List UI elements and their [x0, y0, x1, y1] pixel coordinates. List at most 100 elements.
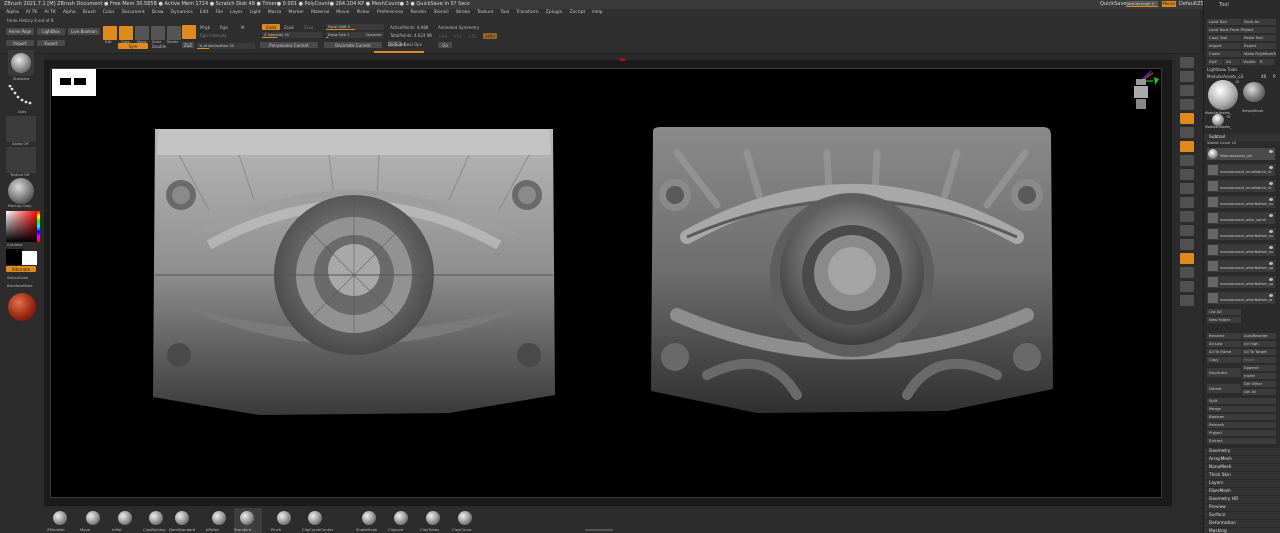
- subtool-item[interactable]: modularAsset_pillarBottom_su: [1207, 244, 1275, 256]
- visibility-eye-icon[interactable]: [1269, 294, 1273, 297]
- mrgb-toggle[interactable]: Mrgb: [200, 25, 210, 30]
- focal-shift-slider[interactable]: Focal Shift 0: [326, 24, 384, 30]
- all-to-target-button[interactable]: All To Target: [1242, 349, 1276, 355]
- menu-stroke[interactable]: Stroke: [456, 9, 470, 16]
- menu-material[interactable]: Material: [311, 9, 329, 16]
- alternate-button[interactable]: Alternate: [6, 266, 36, 272]
- subtool-item[interactable]: modularAsset_ornaMature_Gl: [1207, 164, 1275, 176]
- all-low-button[interactable]: All Low: [1207, 341, 1241, 347]
- live-boolean-button[interactable]: Live Boolean: [68, 28, 100, 35]
- export-button[interactable]: Export: [37, 40, 65, 46]
- visibility-eye-icon[interactable]: [1269, 198, 1273, 201]
- section-geometry[interactable]: Geometry: [1204, 448, 1280, 455]
- subtool-item[interactable]: modularAsset_pillarBottom_sp: [1207, 260, 1275, 272]
- subtool-header[interactable]: Subtool: [1204, 134, 1280, 141]
- menu-movie[interactable]: Movie: [336, 9, 349, 16]
- duplicate-button[interactable]: Duplicate: [1207, 368, 1241, 377]
- visibility-eye-icon[interactable]: [1269, 214, 1273, 217]
- menu-zplugin[interactable]: Zplugin: [546, 9, 563, 16]
- brush-snakehook[interactable]: SnakeHook: [356, 508, 384, 533]
- section-layers[interactable]: Layers: [1204, 480, 1280, 487]
- alpha-picker[interactable]: [6, 116, 36, 142]
- tool-btn-make-polymesh3d[interactable]: Make PolyMesh3D: [1242, 51, 1276, 57]
- menu-preferences[interactable]: Preferences: [377, 9, 403, 16]
- move-mode-button[interactable]: [135, 26, 149, 40]
- animated-symmetry[interactable]: Animated Symmetry: [438, 25, 479, 30]
- menu-transform[interactable]: Transform: [516, 9, 538, 16]
- frame-icon[interactable]: [1180, 183, 1194, 194]
- aahalf-icon[interactable]: [1180, 127, 1194, 138]
- menu-edit[interactable]: Edit: [200, 9, 209, 16]
- subtool-item[interactable]: modularAsset_ornaMature_Gl: [1207, 180, 1275, 192]
- solo-icon[interactable]: [1180, 281, 1194, 292]
- tool-btn-load-tools-from-project[interactable]: Load Tools From Project: [1207, 27, 1276, 33]
- list-all-button[interactable]: List All: [1207, 309, 1241, 315]
- append-button[interactable]: Append: [1242, 365, 1276, 371]
- delete-button[interactable]: Delete: [1207, 384, 1241, 393]
- shelf-grip-handle[interactable]: [585, 529, 613, 531]
- brush-claybuildup[interactable]: ClayBuildup: [143, 508, 171, 533]
- brush-pinch[interactable]: Pinch: [271, 508, 299, 533]
- menu-file[interactable]: File: [215, 9, 223, 16]
- local-icon[interactable]: [1180, 169, 1194, 180]
- section-thick-skin[interactable]: Thick Skin: [1204, 472, 1280, 479]
- material-picker[interactable]: [8, 178, 34, 204]
- bool-ops-button[interactable]: Bool Ops: [404, 42, 422, 47]
- navigation-thumbnail[interactable]: [52, 69, 96, 96]
- del-other-button[interactable]: Del Other: [1242, 381, 1276, 387]
- subtool-item[interactable]: modularAsset_pillarBottom_su: [1207, 196, 1275, 208]
- menu-ai-tk[interactable]: AI TK: [26, 9, 38, 16]
- menu-dynamics[interactable]: Dynamics: [171, 9, 193, 16]
- all-to-home-button[interactable]: All To Home: [1207, 349, 1241, 355]
- menu-macro[interactable]: Macro: [268, 9, 282, 16]
- menu-marker[interactable]: Marker: [288, 9, 304, 16]
- sym-y[interactable]: >Y<: [453, 34, 462, 39]
- menu-light[interactable]: Light: [250, 9, 261, 16]
- line-fill-icon[interactable]: [1180, 239, 1194, 250]
- del-all-button[interactable]: Del All: [1242, 389, 1276, 395]
- simplebrush-thumbnail[interactable]: [1243, 82, 1265, 102]
- actual-icon[interactable]: [1180, 113, 1194, 124]
- smooth-eye-sculpt[interactable]: [647, 125, 1057, 415]
- brush-inflat[interactable]: Inflat: [112, 508, 140, 533]
- persp-icon[interactable]: [1180, 141, 1194, 152]
- decimate-button[interactable]: Decimate Current: [324, 42, 382, 48]
- backface-mask-button[interactable]: BackfaceMask: [7, 284, 33, 288]
- sym-z[interactable]: >Z<: [468, 34, 477, 39]
- split-button[interactable]: Split: [1207, 398, 1276, 404]
- brush-clipsure[interactable]: Clipsure: [388, 508, 416, 533]
- lightbox-button[interactable]: LightBox: [37, 28, 65, 35]
- tool-btn-export[interactable]: Export: [1242, 43, 1276, 49]
- m-toggle[interactable]: M: [241, 25, 244, 30]
- visibility-eye-icon[interactable]: [1269, 182, 1273, 185]
- tool-btn-copy-tool[interactable]: Copy Tool: [1207, 35, 1241, 41]
- section-geometry-hd[interactable]: Geometry HD: [1204, 496, 1280, 503]
- menu-texture[interactable]: Texture: [477, 9, 493, 16]
- floor-icon[interactable]: [1180, 155, 1194, 166]
- current-tool-name[interactable]: ModularAssets_o3: [1207, 74, 1243, 79]
- goz-button[interactable]: ZoZ: [182, 42, 194, 48]
- tool-btn-visible[interactable]: Visible: [1241, 59, 1257, 65]
- zcut-button[interactable]: Zcut: [304, 25, 313, 30]
- paste-button[interactable]: Paste: [1242, 357, 1276, 363]
- color-picker[interactable]: [6, 211, 38, 242]
- draw-size-slider[interactable]: Draw Size 1 Dynamic: [326, 32, 384, 38]
- visibility-eye-icon[interactable]: [1269, 166, 1273, 169]
- boolean-button[interactable]: Boolean: [1207, 414, 1276, 420]
- tool-btn-goz[interactable]: GoZ: [1207, 59, 1223, 65]
- subtool-item[interactable]: modularAsset_pillarBottom_sp: [1207, 276, 1275, 288]
- document-canvas[interactable]: [50, 68, 1162, 498]
- merge-button[interactable]: Merge: [1207, 406, 1276, 412]
- spix-icon[interactable]: [1180, 71, 1194, 82]
- main-color-swatch[interactable]: [6, 249, 23, 265]
- visibility-eye-icon[interactable]: [1269, 246, 1273, 249]
- subtool-item[interactable]: modularAsset_pillar_spiral: [1207, 212, 1275, 224]
- subtool-item[interactable]: ModularAssets_o8: [1207, 148, 1275, 160]
- scale-mode-button[interactable]: [151, 26, 165, 40]
- tool-btn-import[interactable]: Import: [1207, 43, 1241, 49]
- zoom3d-icon[interactable]: [1180, 211, 1194, 222]
- xpose-icon[interactable]: [1180, 295, 1194, 306]
- tool-btn-save-as[interactable]: Save As: [1242, 19, 1276, 25]
- zsub-button[interactable]: Zsub: [284, 25, 294, 30]
- brush-move[interactable]: Move: [80, 508, 108, 533]
